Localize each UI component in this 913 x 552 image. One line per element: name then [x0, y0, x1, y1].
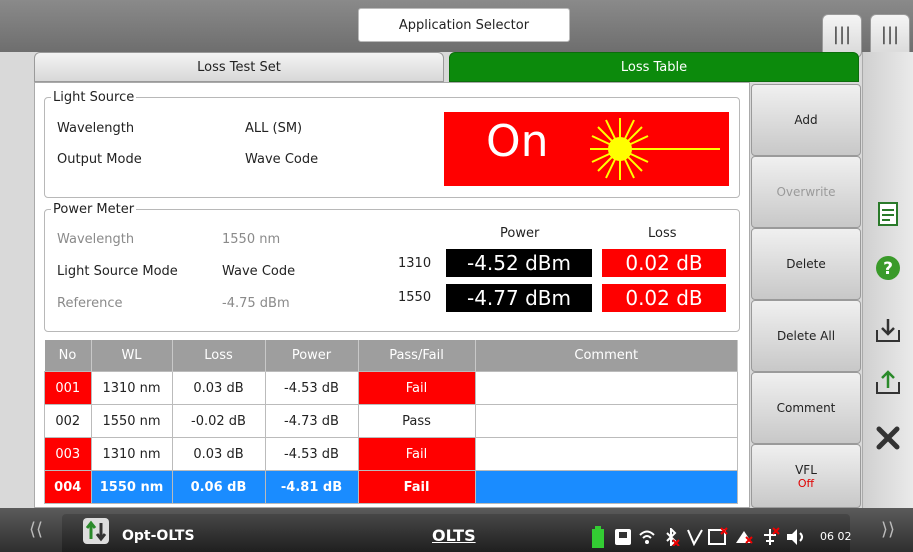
delete-button[interactable]: Delete — [751, 228, 861, 300]
row-result: Fail — [357, 437, 476, 471]
speaker-icon — [787, 529, 803, 545]
clock: 06 02 — [820, 530, 852, 543]
battery-icon — [592, 526, 604, 548]
col-pass-fail-header: Pass/Fail — [358, 340, 476, 372]
pm-loss-header: Loss — [648, 226, 677, 241]
col-comment-header: Comment — [475, 340, 738, 372]
row-comment — [474, 371, 738, 405]
light-source-state: On — [486, 116, 549, 167]
delete-all-button-label: Delete All — [776, 329, 836, 343]
pm-row-1-power: -4.52 dBm — [446, 249, 592, 277]
row-comment — [474, 404, 738, 438]
loss-results-table: No WL Loss Power Pass/Fail Comment 001 1… — [44, 340, 738, 504]
table-row[interactable]: 002 1550 nm -0.02 dB -4.73 dB Pass — [44, 404, 738, 438]
scroll-left-icon[interactable]: ⟨⟨ — [18, 508, 54, 552]
overwrite-button[interactable]: Overwrite — [751, 156, 861, 228]
row-wl: 1550 nm — [90, 470, 173, 504]
row-loss: 0.06 dB — [171, 470, 266, 504]
pm-row-1-loss: 0.02 dB — [602, 249, 726, 277]
pm-reference-label: Reference — [57, 296, 123, 311]
ls-wavelength-label: Wavelength — [57, 121, 135, 136]
ls-output-mode-label: Output Mode — [57, 152, 142, 167]
table-header-row: No WL Loss Power Pass/Fail Comment — [44, 340, 738, 372]
col-loss-header: Loss — [172, 340, 266, 372]
pm-wavelength-label: Wavelength — [57, 232, 135, 247]
svg-text:?: ? — [883, 259, 893, 279]
col-no-header: No — [44, 340, 92, 372]
row-loss: 0.03 dB — [171, 437, 266, 471]
row-no: 002 — [44, 404, 92, 438]
pm-row-2-power: -4.77 dBm — [446, 284, 592, 312]
pm-power-header: Power — [500, 226, 540, 241]
row-result: Fail — [357, 371, 476, 405]
mode-label[interactable]: OLTS — [432, 526, 476, 545]
light-source-legend: Light Source — [53, 90, 135, 105]
lan-icon — [764, 527, 780, 545]
storage-icon — [615, 529, 631, 545]
col-wl-header: WL — [91, 340, 173, 372]
row-result: Fail — [357, 470, 476, 504]
pm-reference-value: -4.75 dBm — [222, 296, 290, 311]
app-switch-icon[interactable] — [82, 517, 110, 545]
message-icon — [708, 527, 728, 545]
row-power: -4.73 dB — [264, 404, 359, 438]
tab-loss-table[interactable]: Loss Table — [449, 52, 859, 82]
app-name: Opt-OLTS — [122, 528, 195, 544]
delete-all-button[interactable]: Delete All — [751, 300, 861, 372]
table-row-selected[interactable]: 004 1550 nm 0.06 dB -4.81 dB Fail — [44, 470, 738, 504]
report-icon[interactable] — [874, 200, 902, 228]
col-power-header: Power — [265, 340, 359, 372]
vfl-state: Off — [797, 476, 815, 490]
bluetooth-icon — [666, 528, 680, 546]
vfl-button[interactable]: VFL Off — [751, 444, 861, 508]
row-wl: 1310 nm — [90, 371, 173, 405]
wifi-icon — [639, 530, 655, 544]
ls-wavelength-value: ALL (SM) — [245, 121, 303, 136]
row-power: -4.81 dB — [264, 470, 359, 504]
row-no: 001 — [44, 371, 92, 405]
signal-icon — [687, 529, 703, 546]
pm-ls-mode-value: Wave Code — [222, 264, 296, 279]
load-icon[interactable] — [874, 368, 902, 396]
row-loss: 0.03 dB — [171, 371, 266, 405]
ls-output-mode-value: Wave Code — [245, 152, 319, 167]
delete-button-label: Delete — [786, 257, 826, 271]
row-loss: -0.02 dB — [171, 404, 266, 438]
laser-burst-icon — [590, 118, 720, 180]
scroll-right-icon[interactable]: ⟩⟩ — [870, 508, 906, 552]
light-source-toggle[interactable]: On — [444, 112, 729, 186]
network-icon — [736, 531, 753, 544]
vfl-button-label: VFL — [795, 462, 817, 477]
table-row[interactable]: 003 1310 nm 0.03 dB -4.53 dB Fail — [44, 437, 738, 471]
power-meter-legend: Power Meter — [53, 202, 135, 217]
save-icon[interactable] — [874, 316, 902, 344]
close-icon[interactable] — [874, 424, 902, 452]
pm-row-2-loss: 0.02 dB — [602, 284, 726, 312]
row-comment — [474, 470, 738, 504]
row-wl: 1550 nm — [90, 404, 173, 438]
add-button-label: Add — [794, 113, 818, 127]
row-power: -4.53 dB — [264, 437, 359, 471]
row-power: -4.53 dB — [264, 371, 359, 405]
row-wl: 1310 nm — [90, 437, 173, 471]
row-comment — [474, 437, 738, 471]
help-icon[interactable]: ? — [874, 254, 902, 282]
row-no: 004 — [44, 470, 92, 504]
pm-ls-mode-label: Light Source Mode — [57, 264, 178, 279]
tab-loss-test-set[interactable]: Loss Test Set — [34, 52, 444, 82]
pm-row-2-wl: 1550 — [398, 290, 432, 305]
application-selector-button[interactable]: Application Selector — [358, 8, 570, 42]
overwrite-button-label: Overwrite — [776, 185, 836, 199]
row-no: 003 — [44, 437, 92, 471]
pm-row-1-wl: 1310 — [398, 256, 432, 271]
table-row[interactable]: 001 1310 nm 0.03 dB -4.53 dB Fail — [44, 371, 738, 405]
comment-button-label: Comment — [776, 401, 836, 415]
add-button[interactable]: Add — [751, 84, 861, 156]
pm-wavelength-value: 1550 nm — [222, 232, 281, 247]
comment-button[interactable]: Comment — [751, 372, 861, 444]
row-result: Pass — [357, 404, 476, 438]
